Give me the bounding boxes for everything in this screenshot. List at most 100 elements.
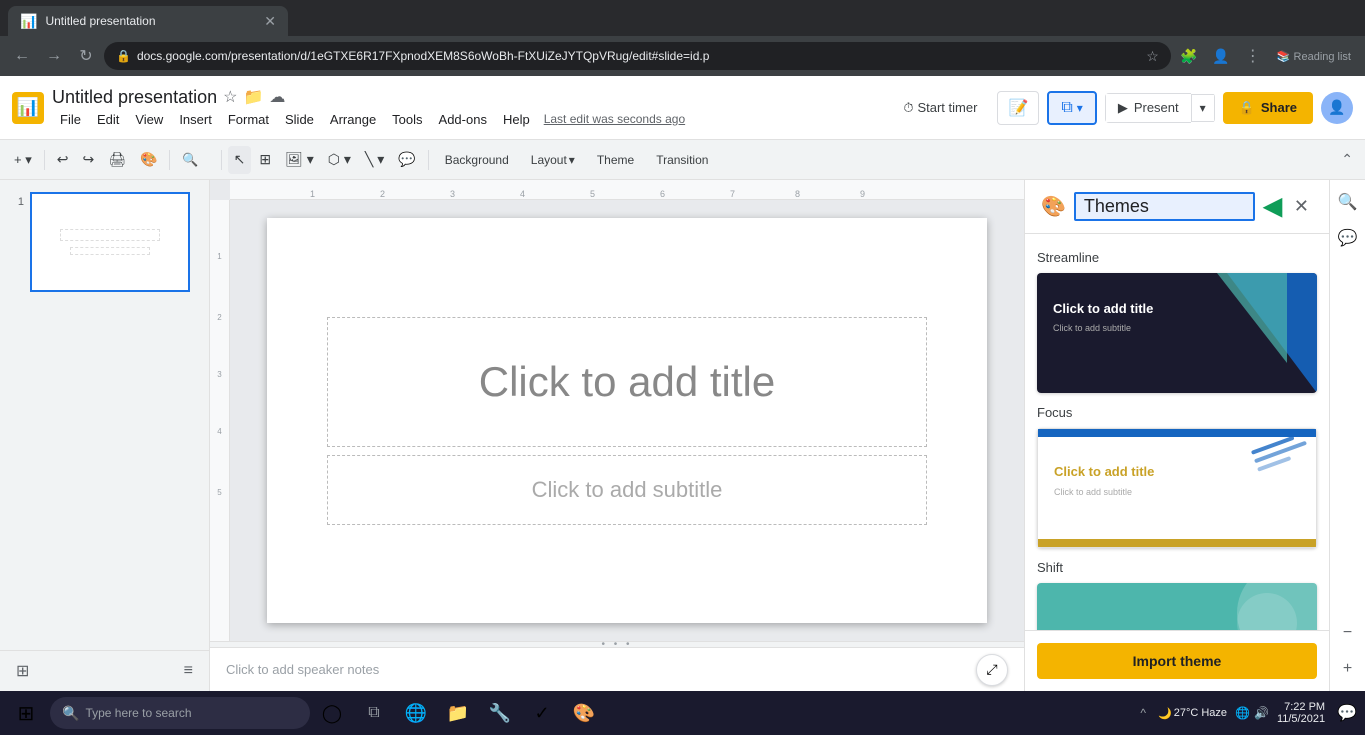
browser-tab[interactable]: 📊 Untitled presentation ✕	[8, 6, 288, 36]
cursor-tool[interactable]: ↖	[228, 146, 252, 174]
extensions-button[interactable]: 🧩	[1175, 42, 1203, 70]
share-button[interactable]: 🔒 Share	[1223, 92, 1313, 124]
canvas-content: Click to add title Click to add subtitle	[230, 200, 1024, 641]
star-icon[interactable]: ☆	[1146, 48, 1159, 65]
lines-tool[interactable]: ╲ ▾	[359, 146, 390, 174]
zoom-plus-button[interactable]: +	[1334, 655, 1362, 683]
themes-content: Streamline Click to add title Click to a…	[1025, 234, 1329, 630]
address-bar[interactable]: 🔒 docs.google.com/presentation/d/1eGTXE6…	[104, 42, 1171, 70]
collapse-panel-button[interactable]: ⌃	[1337, 147, 1357, 172]
app-bar: 📊 Untitled presentation ☆ 📁 ☁ File Edit …	[0, 76, 1365, 140]
background-button[interactable]: Background	[435, 146, 519, 174]
menu-bar: File Edit View Insert Format Slide Arran…	[52, 110, 685, 129]
close-themes-button[interactable]: ✕	[1290, 192, 1313, 221]
undo-button[interactable]: ↩	[51, 146, 75, 174]
redo-button[interactable]: ↪	[76, 146, 100, 174]
move-icon[interactable]: 📁	[243, 87, 263, 107]
reading-list-button[interactable]: 📚 Reading list	[1271, 46, 1357, 67]
start-button[interactable]: ⊞	[4, 691, 48, 735]
shapes-tool[interactable]: ⬡ ▾	[322, 146, 357, 174]
menu-addons[interactable]: Add-ons	[431, 110, 495, 129]
expand-notes-button[interactable]: ⤢	[976, 654, 1008, 686]
start-timer-button[interactable]: ⏱ Start timer	[891, 94, 989, 122]
speaker-notes-text[interactable]: Click to add speaker notes	[226, 662, 379, 677]
slide-thumbnail[interactable]	[30, 192, 190, 292]
forward-button[interactable]: →	[40, 42, 68, 70]
menu-insert[interactable]: Insert	[171, 110, 220, 129]
layout-button[interactable]: Layout▾	[521, 146, 585, 174]
text-box-tool[interactable]: ⊞	[253, 146, 277, 174]
tool-separator-3	[221, 150, 222, 170]
paint-format-button[interactable]: 🎨	[134, 146, 163, 174]
slides-bottom-bar: ⊞ ≡	[0, 650, 209, 691]
taskbar-explorer-button[interactable]: 📁	[438, 693, 478, 733]
taskbar-chrome-button[interactable]: 🌐	[396, 693, 436, 733]
slide-count-button[interactable]: ⧉ ▾	[1047, 91, 1096, 125]
subtitle-placeholder-box[interactable]: Click to add subtitle	[327, 455, 927, 525]
taskbar-app5-button[interactable]: 🎨	[564, 693, 604, 733]
user-avatar[interactable]: 👤	[1321, 92, 1353, 124]
menu-help[interactable]: Help	[495, 110, 538, 129]
theme-button[interactable]: Theme	[587, 146, 644, 174]
app-logo: 📊	[12, 92, 44, 124]
menu-file[interactable]: File	[52, 110, 89, 129]
profile-button[interactable]: 👤	[1207, 42, 1235, 70]
add-button[interactable]: + ▾	[8, 146, 38, 174]
app-actions: ⏱ Start timer 📝 ⧉ ▾ ▶ Present ▾ 🔒 Share …	[891, 91, 1353, 125]
right-tools-panel: 🔍 💬 − +	[1329, 180, 1365, 691]
refresh-button[interactable]: ↻	[72, 42, 100, 70]
taskbar-systray-button[interactable]: ^	[1136, 702, 1150, 724]
menu-tools[interactable]: Tools	[384, 110, 430, 129]
menu-slide[interactable]: Slide	[277, 110, 322, 129]
list-item[interactable]: 1	[4, 188, 205, 296]
taskbar-app3-button[interactable]: 🔧	[480, 693, 520, 733]
list-view-button[interactable]: ≡	[180, 658, 197, 684]
cortana-button[interactable]: ◯	[312, 693, 352, 733]
transition-button[interactable]: Transition	[646, 146, 718, 174]
theme-section-focus: Focus Click to add title Click to a	[1037, 405, 1317, 548]
comment-tool[interactable]: 💬	[392, 146, 421, 174]
shift-theme-card[interactable]	[1037, 583, 1317, 630]
menu-view[interactable]: View	[127, 110, 171, 129]
theme-section-streamline: Streamline Click to add title Click to a…	[1037, 250, 1317, 393]
app-title: Untitled presentation	[52, 87, 217, 108]
title-placeholder-box[interactable]: Click to add title	[327, 317, 927, 447]
import-theme-button[interactable]: Import theme	[1037, 643, 1317, 679]
menu-format[interactable]: Format	[220, 110, 277, 129]
focus-theme-card[interactable]: Click to add title Click to add subtitle	[1037, 428, 1317, 548]
themes-title: Themes	[1074, 192, 1256, 221]
tab-bar: 📊 Untitled presentation ✕	[0, 0, 1365, 36]
print-button[interactable]: 🖨	[102, 146, 132, 174]
task-view-button[interactable]: ⧉	[354, 693, 394, 733]
speaker-notes-bar[interactable]: Click to add speaker notes ⤢	[210, 647, 1024, 691]
tab-close[interactable]: ✕	[264, 13, 276, 30]
present-button[interactable]: ▶ Present	[1105, 93, 1191, 123]
taskbar-search-icon: 🔍	[62, 705, 79, 722]
more-button[interactable]: ⋮	[1239, 42, 1267, 70]
title-placeholder-text: Click to add title	[479, 358, 775, 406]
cloud-icon[interactable]: ☁	[269, 87, 285, 107]
speaker-notes-button[interactable]: 📝	[997, 91, 1039, 125]
image-tool[interactable]: 🖼 ▾	[279, 146, 320, 174]
notifications-button[interactable]: 💬	[1333, 699, 1361, 727]
grid-view-button[interactable]: ⊞	[12, 657, 33, 685]
themes-footer: Import theme	[1025, 630, 1329, 691]
back-button[interactable]: ←	[8, 42, 36, 70]
palette-icon: 🎨	[1041, 194, 1066, 219]
slide-canvas[interactable]: Click to add title Click to add subtitle	[267, 218, 987, 623]
main-content: 1 ⊞ ≡ 1 2 3 4 5 6 7 8 9	[0, 180, 1365, 691]
star-title-icon[interactable]: ☆	[223, 87, 237, 107]
streamline-theme-card[interactable]: Click to add title Click to add subtitle	[1037, 273, 1317, 393]
zoom-out-button[interactable]: 🔍	[176, 146, 204, 174]
comments-button[interactable]: 💬	[1334, 224, 1362, 252]
explore-button[interactable]: 🔍	[1334, 188, 1362, 216]
tab-favicon: 📊	[20, 13, 37, 30]
present-dropdown-button[interactable]: ▾	[1191, 94, 1215, 122]
zoom-minus-button[interactable]: −	[1334, 619, 1362, 647]
menu-edit[interactable]: Edit	[89, 110, 127, 129]
menu-arrange[interactable]: Arrange	[322, 110, 384, 129]
slides-list: 1	[0, 180, 209, 650]
taskbar-app4-button[interactable]: ✓	[522, 693, 562, 733]
search-taskbar-button[interactable]: 🔍 Type here to search	[50, 697, 310, 729]
slide-number: 1	[8, 192, 24, 208]
